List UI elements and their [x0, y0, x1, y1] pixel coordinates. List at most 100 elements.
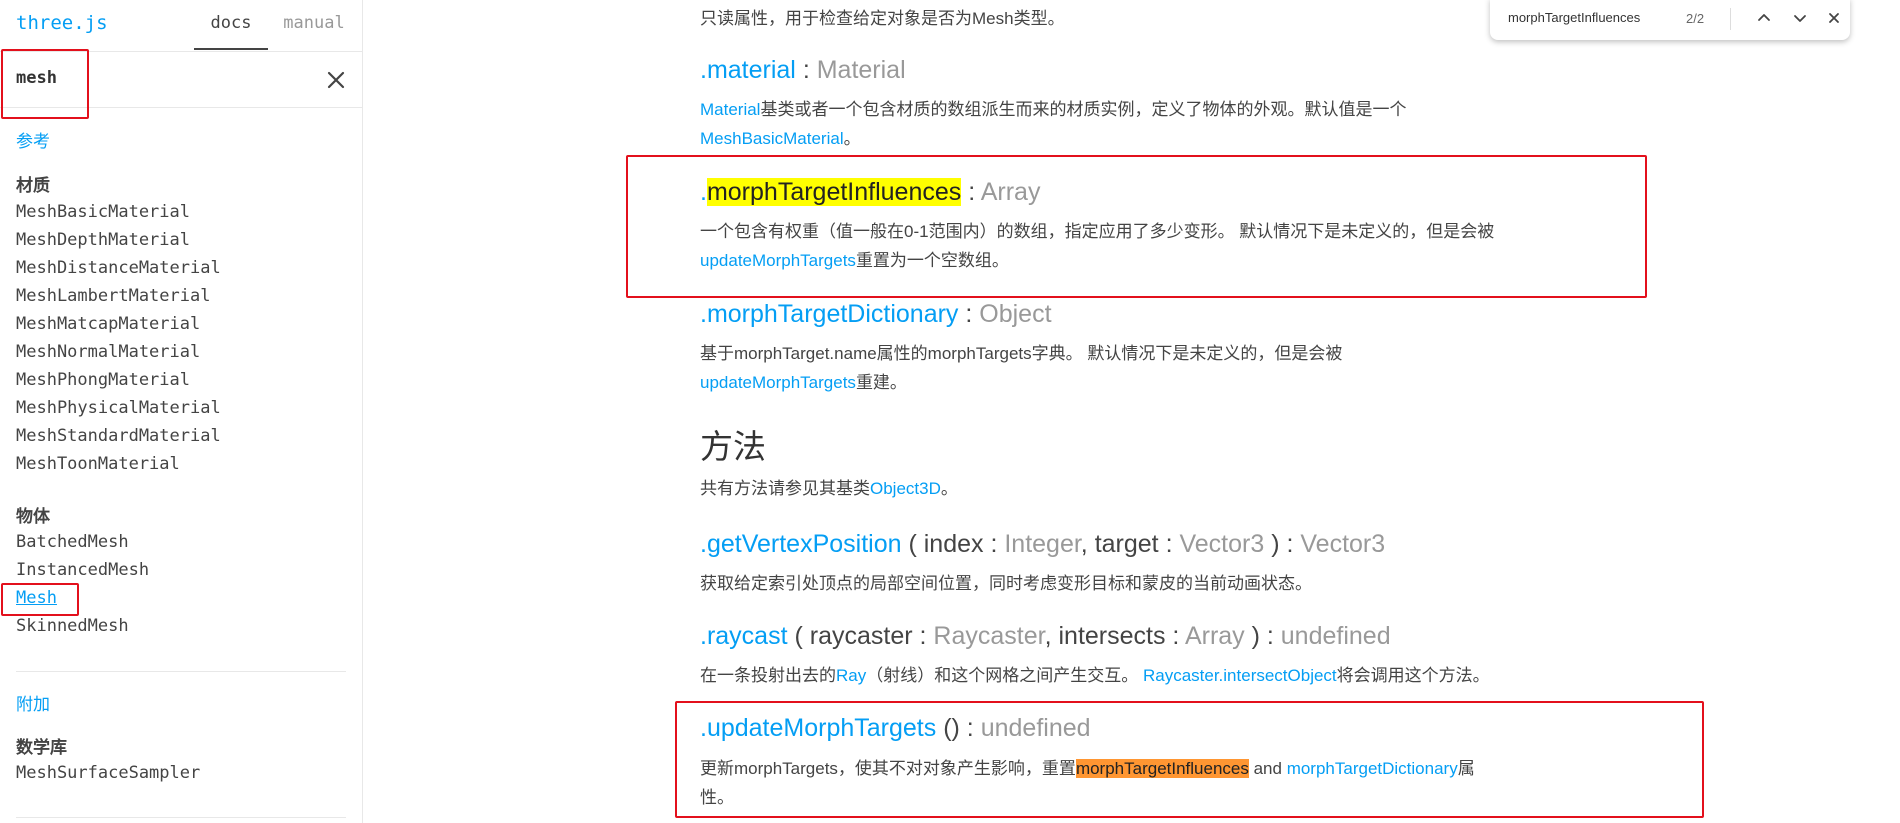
prop-name[interactable]: .morphTargetDictionary	[700, 300, 958, 328]
divider	[16, 671, 346, 672]
paren: ) :	[1244, 622, 1281, 650]
brand-logo[interactable]: three.js	[16, 12, 108, 34]
list-item[interactable]: MeshPhongMaterial	[16, 366, 221, 394]
method-updatemorphtargets-desc: 更新morphTargets，使其不对对象产生影响，重置morphTargetI…	[700, 754, 1560, 812]
method-getvertexposition-title: .getVertexPosition ( index : Integer, ta…	[700, 530, 1385, 559]
desc-text: and	[1248, 759, 1287, 778]
link-updatemorphtargets[interactable]: updateMorphTargets	[700, 251, 856, 270]
desc-text: 重置为一个空数组。	[855, 251, 1009, 270]
method-name[interactable]: .raycast	[700, 622, 788, 650]
list-item[interactable]: MeshBasicMaterial	[16, 198, 221, 226]
desc-text: 共有方法请参见其基类	[700, 479, 870, 498]
link-morphtargetdictionary[interactable]: morphTargetDictionary	[1287, 759, 1458, 778]
list-item[interactable]: MeshDistanceMaterial	[16, 254, 221, 282]
find-bar: 2/2	[1490, 0, 1850, 40]
param-name: target	[1094, 530, 1159, 558]
sidebar-header: three.js docs manual	[0, 0, 362, 52]
param-type[interactable]: Array	[1185, 622, 1245, 650]
group-title-materials: 材质	[16, 176, 50, 195]
method-name[interactable]: .updateMorphTargets	[700, 714, 936, 742]
link-updatemorphtargets[interactable]: updateMorphTargets	[700, 373, 856, 392]
list-item[interactable]: MeshSurfaceSampler	[16, 759, 200, 787]
find-input[interactable]	[1508, 10, 1678, 25]
group-title-objects: 物体	[16, 507, 50, 526]
desc-text: 在一条投射出去的	[700, 666, 836, 685]
param-type[interactable]: Integer	[1004, 530, 1080, 558]
paren: (	[787, 622, 810, 650]
link-ray[interactable]: Ray	[836, 666, 866, 685]
tab-docs[interactable]: docs	[194, 0, 268, 50]
section-addons[interactable]: 附加	[16, 690, 50, 715]
desc-text: 。	[843, 129, 861, 148]
chevron-up-icon[interactable]	[1752, 6, 1776, 30]
param-name: raycaster	[809, 622, 913, 650]
clear-search-icon[interactable]	[322, 66, 350, 94]
prop-type[interactable]: Object	[979, 300, 1051, 328]
prop-sep: :	[795, 56, 817, 84]
param-sep: :	[983, 530, 1005, 558]
prop-morphtargetinfluences-desc: 一个包含有权重（值一般在0-1范围内）的数组，指定应用了多少变形。 默认情况下是…	[700, 217, 1560, 275]
link-raycaster-intersectobject[interactable]: Raycaster.intersectObject	[1143, 666, 1337, 685]
list-item[interactable]: MeshLambertMaterial	[16, 282, 221, 310]
divider	[1730, 8, 1731, 30]
desc-text: 将会调用这个方法。	[1336, 666, 1490, 685]
find-match-count: 2/2	[1686, 11, 1705, 26]
tab-manual[interactable]: manual	[278, 0, 350, 50]
prop-type[interactable]: Array	[981, 178, 1041, 206]
return-type[interactable]: undefined	[981, 714, 1091, 742]
param-type[interactable]: Vector3	[1179, 530, 1264, 558]
find-highlight-current[interactable]: morphTargetInfluences	[706, 178, 962, 206]
section-reference[interactable]: 参考	[16, 127, 50, 152]
desc-text: 属	[1457, 759, 1475, 778]
search-input[interactable]	[16, 68, 276, 88]
paren: (	[901, 530, 924, 558]
desc-text: （射线）和这个网格之间产生交互。	[866, 666, 1143, 685]
prop-material-title: .material : Material	[700, 56, 906, 85]
close-icon[interactable]	[1822, 6, 1846, 30]
desc-text: 。	[940, 479, 958, 498]
chevron-down-icon[interactable]	[1788, 6, 1812, 30]
list-item[interactable]: BatchedMesh	[16, 528, 149, 556]
group-title-math: 数学库	[16, 738, 67, 757]
list-item[interactable]: SkinnedMesh	[16, 612, 149, 640]
method-getvertexposition-desc: 获取给定索引处顶点的局部空间位置，同时考虑变形目标和蒙皮的当前动画状态。	[700, 574, 1312, 593]
return-type[interactable]: Vector3	[1300, 530, 1385, 558]
list-item-active[interactable]: Mesh	[16, 584, 149, 612]
list-item[interactable]: MeshPhysicalMaterial	[16, 394, 221, 422]
find-highlight-match: morphTargetInfluences	[1075, 759, 1249, 778]
desc-text: 更新morphTargets，使其不对对象产生影响，重置	[700, 759, 1076, 778]
desc-text: 基于morphTarget.name属性的morphTargets字典。 默认情…	[700, 344, 1343, 363]
objects-list: BatchedMesh InstancedMesh Mesh SkinnedMe…	[16, 528, 149, 640]
sidebar: three.js docs manual 参考 材质 MeshBasicMate…	[0, 0, 363, 823]
prop-type[interactable]: Material	[817, 56, 906, 84]
prop-material-desc: Material基类或者一个包含材质的数组派生而来的材质实例，定义了物体的外观。…	[700, 95, 1560, 153]
methods-heading: 方法	[700, 428, 766, 465]
method-name[interactable]: .getVertexPosition	[700, 530, 902, 558]
divider	[16, 817, 346, 818]
param-type[interactable]: Raycaster	[933, 622, 1044, 650]
param-name: index	[923, 530, 984, 558]
list-item[interactable]: MeshNormalMaterial	[16, 338, 221, 366]
prop-dot: .	[700, 178, 707, 206]
list-item[interactable]: MeshMatcapMaterial	[16, 310, 221, 338]
list-item[interactable]: MeshToonMaterial	[16, 450, 221, 478]
desc-text: 一个包含有权重（值一般在0-1范围内）的数组，指定应用了多少变形。 默认情况下是…	[700, 222, 1495, 241]
link-material[interactable]: Material	[700, 100, 760, 119]
methods-desc: 共有方法请参见其基类Object3D。	[700, 474, 1560, 503]
return-type[interactable]: undefined	[1281, 622, 1391, 650]
list-item[interactable]: MeshStandardMaterial	[16, 422, 221, 450]
list-item[interactable]: InstancedMesh	[16, 556, 149, 584]
param-sep: :	[1158, 530, 1180, 558]
comma: ,	[1044, 622, 1059, 650]
prop-morphtargetdictionary-title: .morphTargetDictionary : Object	[700, 300, 1052, 329]
desc-text: 重建。	[855, 373, 907, 392]
param-name: intersects	[1058, 622, 1166, 650]
prop-morphtargetdictionary-desc: 基于morphTarget.name属性的morphTargets字典。 默认情…	[700, 339, 1560, 397]
link-meshbasicmaterial[interactable]: MeshBasicMaterial	[700, 129, 844, 148]
desc-text: 性。	[700, 788, 734, 807]
materials-list: MeshBasicMaterial MeshDepthMaterial Mesh…	[16, 198, 221, 478]
link-object3d[interactable]: Object3D	[870, 479, 941, 498]
method-raycast-title: .raycast ( raycaster : Raycaster, inters…	[700, 622, 1391, 651]
list-item[interactable]: MeshDepthMaterial	[16, 226, 221, 254]
prop-name[interactable]: .material	[700, 56, 796, 84]
